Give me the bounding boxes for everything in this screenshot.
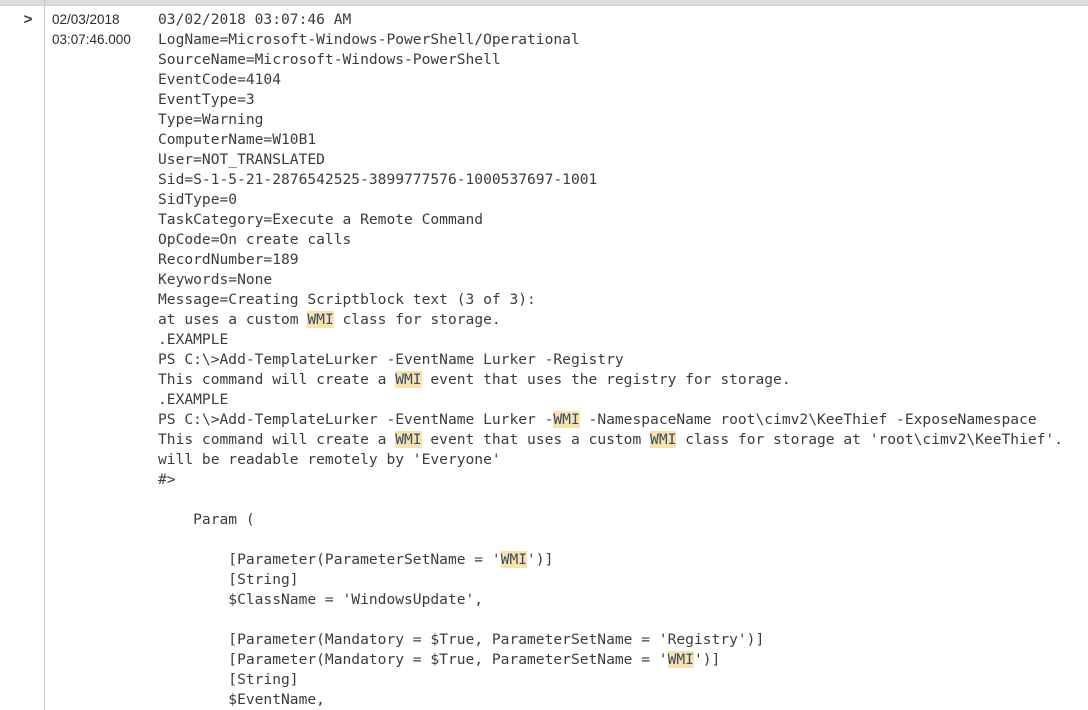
event-line: Message=Creating Scriptblock text (3 of … bbox=[158, 291, 536, 308]
event-line: LogName=Microsoft-Windows-PowerShell/Ope… bbox=[158, 31, 580, 48]
top-header-band bbox=[0, 0, 1088, 6]
event-line: [Parameter(ParameterSetName = 'WMI')] bbox=[158, 551, 554, 568]
event-line: [String] bbox=[158, 671, 299, 688]
timestamp-time: 03:07:46.000 bbox=[52, 32, 131, 47]
event-line: at uses a custom WMI class for storage. bbox=[158, 311, 501, 328]
chevron-right-icon[interactable]: > bbox=[18, 10, 38, 30]
event-line: [Parameter(Mandatory = $True, ParameterS… bbox=[158, 651, 721, 668]
event-line: SourceName=Microsoft-Windows-PowerShell bbox=[158, 51, 501, 68]
event-line: TaskCategory=Execute a Remote Command bbox=[158, 211, 484, 228]
event-line: Type=Warning bbox=[158, 111, 264, 128]
event-line: [Parameter(Mandatory = $True, ParameterS… bbox=[158, 631, 765, 648]
event-line: This command will create a WMI event tha… bbox=[158, 371, 791, 388]
event-line: User=NOT_TRANSLATED bbox=[158, 151, 325, 168]
event-line: 03/02/2018 03:07:46 AM bbox=[158, 11, 352, 28]
event-raw-text[interactable]: 03/02/2018 03:07:46 AM LogName=Microsoft-… bbox=[158, 10, 1088, 710]
event-line: .EXAMPLE bbox=[158, 391, 229, 408]
column-divider bbox=[44, 0, 45, 710]
event-line: #> bbox=[158, 471, 176, 488]
search-highlight: WMI bbox=[500, 551, 528, 568]
event-line: .EXAMPLE bbox=[158, 331, 229, 348]
event-line: EventType=3 bbox=[158, 91, 255, 108]
event-line: PS C:\>Add-TemplateLurker -EventName Lur… bbox=[158, 351, 624, 368]
search-highlight: WMI bbox=[553, 411, 580, 428]
event-line: Keywords=None bbox=[158, 271, 273, 288]
event-line: PS C:\>Add-TemplateLurker -EventName Lur… bbox=[158, 411, 1037, 428]
event-line bbox=[158, 610, 1088, 630]
search-highlight: WMI bbox=[650, 431, 677, 448]
event-line: $ClassName = 'WindowsUpdate', bbox=[158, 591, 484, 608]
event-line: Sid=S-1-5-21-2876542525-3899777576-10005… bbox=[158, 171, 598, 188]
search-highlight: WMI bbox=[667, 651, 694, 668]
event-line: This command will create a WMI event tha… bbox=[158, 431, 1063, 448]
timestamp-column: 02/03/2018 03:07:46.000 bbox=[52, 10, 152, 50]
event-line: OpCode=On create calls bbox=[158, 231, 352, 248]
row-gutter: > bbox=[0, 5, 44, 705]
search-highlight: WMI bbox=[307, 311, 334, 328]
event-line: RecordNumber=189 bbox=[158, 251, 299, 268]
event-line: ComputerName=W10B1 bbox=[158, 131, 317, 148]
event-line: Param ( bbox=[158, 511, 255, 528]
event-line: $EventName, bbox=[158, 691, 325, 708]
event-line: EventCode=4104 bbox=[158, 71, 282, 88]
event-line bbox=[158, 530, 1088, 550]
event-line: SidType=0 bbox=[158, 191, 238, 208]
search-highlight: WMI bbox=[395, 371, 422, 388]
event-line bbox=[158, 490, 1088, 510]
event-log-viewport: > 02/03/2018 03:07:46.000 03/02/2018 03:… bbox=[0, 0, 1088, 710]
search-highlight: WMI bbox=[395, 431, 422, 448]
event-line: [String] bbox=[158, 571, 299, 588]
event-line: will be readable remotely by 'Everyone' bbox=[158, 451, 501, 468]
timestamp-date: 02/03/2018 bbox=[52, 12, 120, 27]
